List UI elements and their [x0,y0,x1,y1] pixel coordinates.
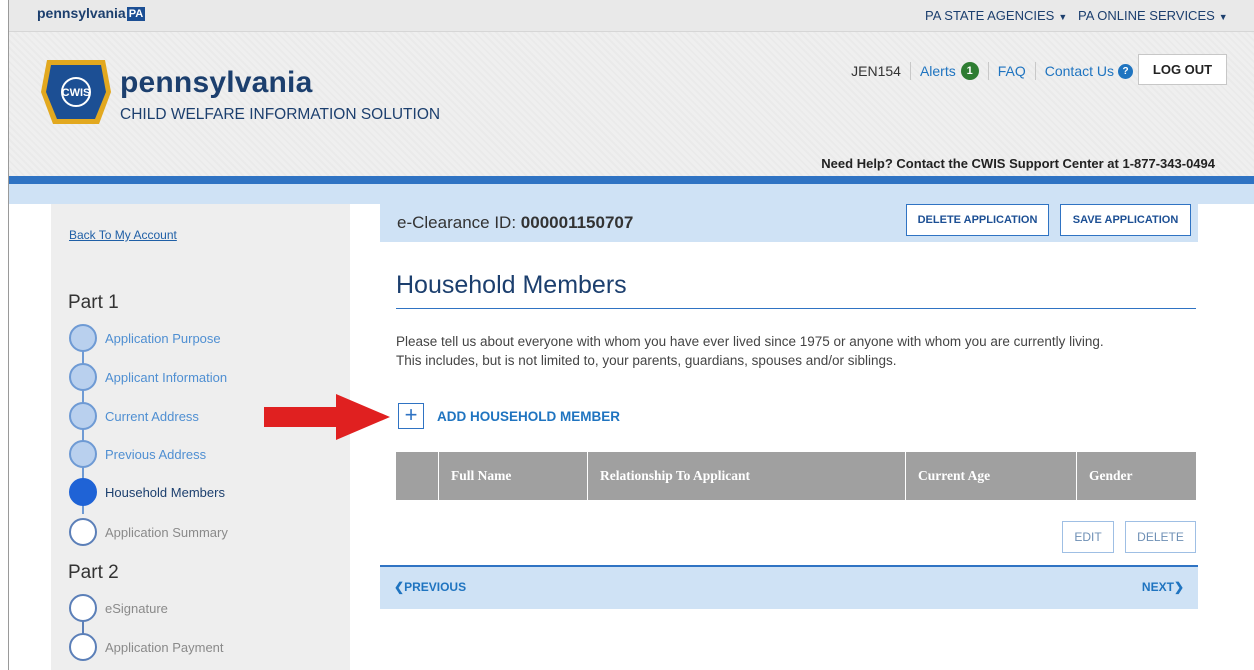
pa-online-services-menu[interactable]: PA ONLINE SERVICES ▼ [1078,8,1228,23]
chevron-down-icon: ▼ [1058,12,1068,22]
pa-online-services-label: PA ONLINE SERVICES [1078,8,1215,23]
user-nav: JEN154 Alerts 1 FAQ Contact Us ? [851,62,1133,80]
chevron-left-icon: ❮ [394,580,405,594]
top-utility-bar: pennsylvania PA PA STATE AGENCIES ▼ PA ONL… [9,0,1254,32]
contact-us-label: Contact Us [1044,63,1114,79]
logo-subtitle: CHILD WELFARE INFORMATION SOLUTION [120,106,441,123]
title-divider [396,308,1196,309]
step-current-icon [69,478,97,506]
chevron-down-icon: ▼ [1218,12,1228,22]
alerts-count-badge: 1 [960,62,979,80]
nav-divider [1034,62,1036,80]
household-members-table-header: Full Name Relationship To Applicant Curr… [396,452,1196,500]
nav-divider [909,62,911,80]
step-completed-icon [69,363,97,391]
clearance-id-text: e-Clearance ID: 000001150707 [397,213,633,233]
step-previous-address[interactable]: Previous Address [69,440,206,468]
add-household-member-button[interactable]: ADD HOUSEHOLD MEMBER [437,409,620,424]
alerts-label: Alerts [919,63,956,79]
save-application-button[interactable]: SAVE APPLICATION [1060,204,1191,236]
step-label: Previous Address [105,446,207,462]
edit-button[interactable]: EDIT [1062,521,1114,553]
page-title: Household Members [396,271,627,299]
step-pending-icon [69,633,97,661]
step-navigation-bar: ❮PREVIOUS NEXT❯ [380,565,1198,609]
step-label: Application Purpose [105,330,221,346]
step-pending-icon [69,594,97,622]
step-household-members[interactable]: Household Members [69,478,225,506]
column-header-current-age[interactable]: Current Age [905,452,1076,500]
previous-button[interactable]: ❮PREVIOUS [394,580,466,594]
intro-line-2: This includes, but is not limited to, yo… [396,353,897,368]
contact-us-link[interactable]: Contact Us ? [1045,63,1133,79]
step-label: Application Summary [105,524,228,540]
step-label: Household Members [105,484,225,500]
add-household-member-plus-icon[interactable]: + [398,403,424,429]
clearance-banner: e-Clearance ID: 000001150707 DELETE APPL… [380,204,1198,242]
intro-line-1: Please tell us about everyone with whom … [396,334,1104,349]
user-id: JEN154 [851,63,901,79]
support-help-text: Need Help? Contact the CWIS Support Cent… [821,156,1215,171]
logo-title[interactable]: pennsylvania [120,66,312,100]
chevron-right-icon: ❯ [1173,580,1184,594]
part-1-heading: Part 1 [68,292,119,313]
previous-label: PREVIOUS [404,580,467,594]
pa-state-agencies-menu[interactable]: PA STATE AGENCIES ▼ [925,8,1067,23]
clearance-id-label: e-Clearance ID: [397,213,517,232]
pa-brand-box: PA [126,7,146,21]
step-pending-icon [69,518,97,546]
step-application-summary: Application Summary [69,518,228,546]
column-header-relationship[interactable]: Relationship To Applicant [587,452,905,500]
step-label: Application Payment [105,639,224,655]
back-to-account-link[interactable]: Back To My Account [69,228,177,242]
step-applicant-information[interactable]: Applicant Information [69,363,227,391]
red-arrow-annotation-icon [264,394,390,440]
step-completed-icon [69,324,97,352]
intro-text: Please tell us about everyone with whom … [396,332,1206,370]
site-header: CWIS pennsylvania CHILD WELFARE INFORMAT… [9,32,1254,176]
pa-brand-link[interactable]: pennsylvania PA [37,5,146,21]
nav-divider [987,62,989,80]
content-top-band [9,184,1254,204]
header-accent-bar [9,176,1254,184]
next-label: NEXT [1141,580,1174,594]
faq-link[interactable]: FAQ [998,63,1026,79]
step-application-payment: Application Payment [69,633,224,661]
clearance-id-value: 000001150707 [520,213,634,232]
column-header-full-name[interactable]: Full Name [438,452,587,500]
step-completed-icon [69,440,97,468]
cwis-keystone-logo-icon[interactable]: CWIS [37,54,115,130]
step-label: Applicant Information [105,369,228,385]
step-completed-icon [69,402,97,430]
step-label: Current Address [105,408,199,424]
step-current-address[interactable]: Current Address [69,402,199,430]
logo-badge-text: CWIS [62,87,91,99]
step-label: eSignature [105,600,168,616]
pa-state-agencies-label: PA STATE AGENCIES [925,8,1055,23]
next-button[interactable]: NEXT❯ [1142,580,1184,594]
pa-brand-text: pennsylvania [37,5,126,21]
question-circle-icon: ? [1118,63,1133,79]
column-header-gender[interactable]: Gender [1076,452,1196,500]
step-application-purpose[interactable]: Application Purpose [69,324,221,352]
logout-button[interactable]: LOG OUT [1138,54,1227,85]
page-frame: pennsylvania PA PA STATE AGENCIES ▼ PA ONL… [8,0,1254,670]
column-header-select [396,452,438,500]
delete-application-button[interactable]: DELETE APPLICATION [906,204,1049,236]
part-2-heading: Part 2 [68,562,119,583]
step-esignature: eSignature [69,594,168,622]
delete-button[interactable]: DELETE [1125,521,1196,553]
alerts-link[interactable]: Alerts 1 [920,62,979,80]
